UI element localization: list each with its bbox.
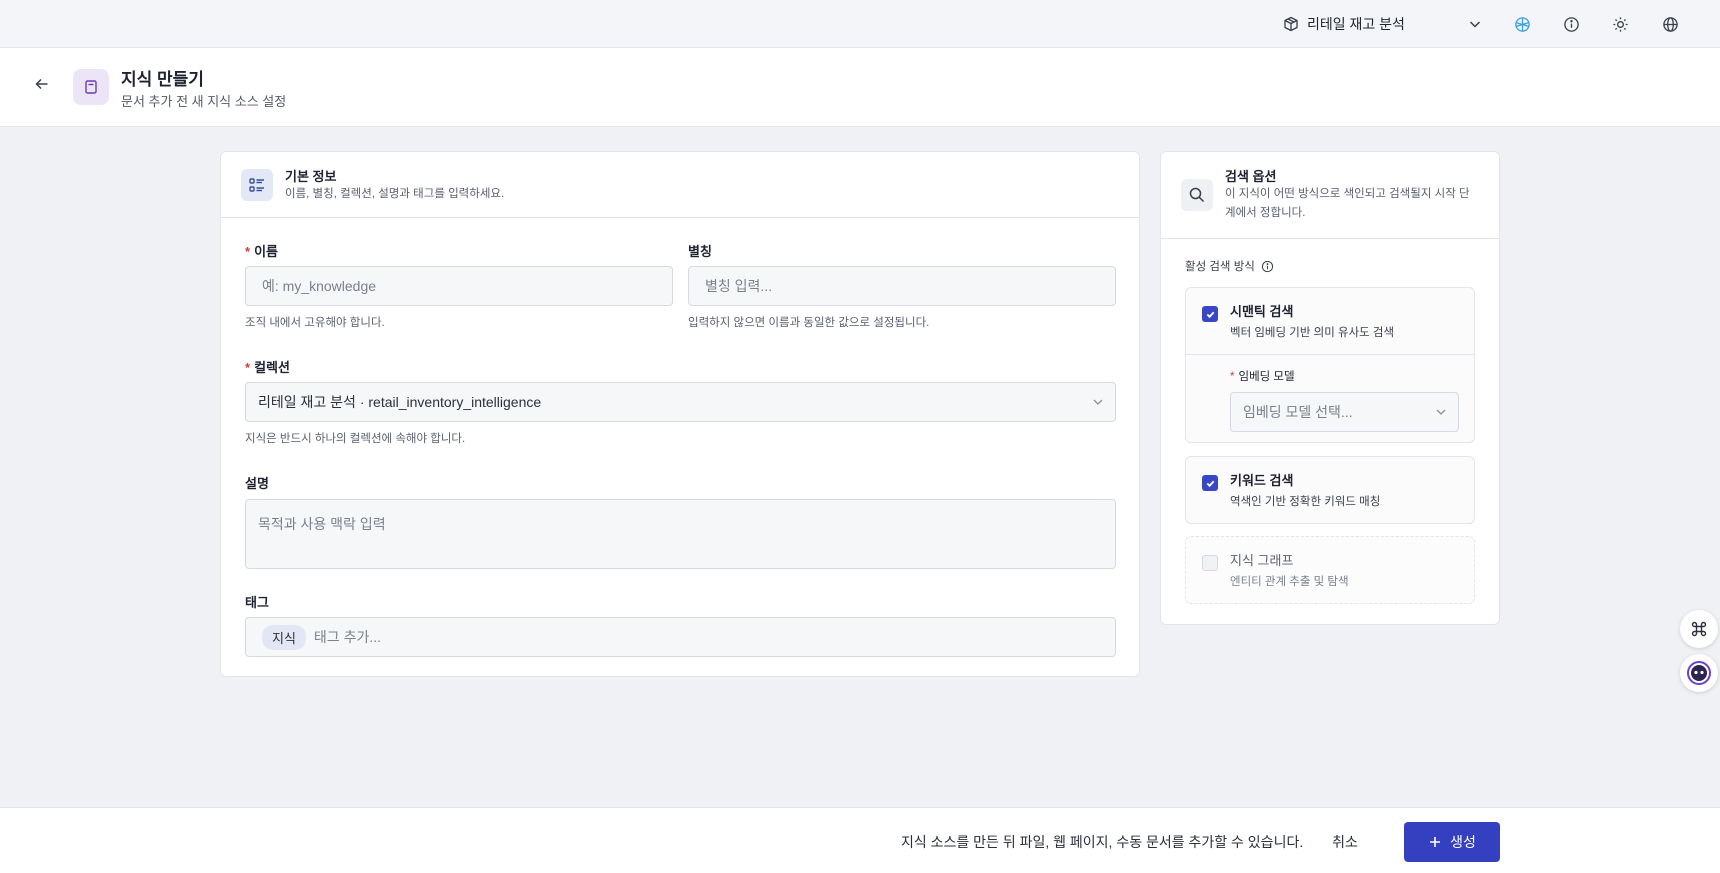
- collection-label-text: 컬렉션: [254, 360, 290, 375]
- search-options-card: 검색 옵션 이 지식이 어떤 방식으로 색인되고 검색될지 시작 단계에서 정합…: [1160, 151, 1500, 625]
- basic-info-card: 기본 정보 이름, 별칭, 컬렉션, 설명과 태그를 입력하세요. * 이름 예:…: [220, 151, 1140, 677]
- semantic-title: 시맨틱 검색: [1230, 304, 1294, 319]
- create-button[interactable]: 생성: [1404, 822, 1500, 862]
- cancel-button[interactable]: 취소: [1320, 822, 1370, 862]
- name-label-text: 이름: [254, 244, 278, 259]
- semantic-search-option: 시맨틱 검색 벡터 임베딩 기반 의미 유사도 검색 * 임베딩 모델 임베딩 모…: [1185, 287, 1475, 443]
- page-subtitle: 문서 추가 전 새 지식 소스 설정: [121, 94, 287, 109]
- chevron-down-icon: [1091, 395, 1105, 409]
- embedding-model-label: * 임베딩 모델: [1230, 368, 1295, 384]
- name-input[interactable]: 예: my_knowledge: [245, 266, 673, 306]
- chevron-down-icon: [1434, 405, 1448, 419]
- collection-value: 리테일 재고 분석 · retail_inventory_intelligenc…: [258, 394, 542, 410]
- language-globe-icon[interactable]: [1660, 14, 1680, 34]
- keyword-title: 키워드 검색: [1230, 473, 1294, 488]
- graph-title: 지식 그래프: [1230, 553, 1294, 568]
- semantic-checkbox[interactable]: [1202, 306, 1218, 322]
- alias-label: 별칭: [688, 244, 712, 259]
- footer-bar: 지식 소스를 만든 뒤 파일, 웹 페이지, 수동 문서를 추가할 수 있습니다…: [0, 807, 1720, 873]
- alias-hint: 입력하지 않으면 이름과 동일한 값으로 설정됩니다.: [688, 317, 930, 329]
- plus-icon: [1428, 835, 1442, 849]
- embedding-placeholder: 임베딩 모델 선택...: [1243, 404, 1353, 420]
- search-options-title: 검색 옵션: [1225, 169, 1277, 184]
- graph-description: 엔티티 관계 추출 및 탐색: [1230, 576, 1349, 588]
- footer-note: 지식 소스를 만든 뒤 파일, 웹 페이지, 수동 문서를 추가할 수 있습니다…: [901, 834, 1304, 850]
- search-options-description: 이 지식이 어떤 방식으로 색인되고 검색될지 시작 단계에서 정합니다.: [1225, 188, 1470, 219]
- tags-placeholder: 태그 추가...: [313, 629, 382, 645]
- name-hint: 조직 내에서 고유해야 합니다.: [245, 317, 385, 329]
- chevron-down-icon: [1467, 16, 1483, 32]
- basic-info-title: 기본 정보: [285, 169, 337, 184]
- book-icon: [73, 69, 109, 105]
- basic-info-description: 이름, 별칭, 컬렉션, 설명과 태그를 입력하세요.: [285, 188, 505, 200]
- semantic-description: 벡터 임베딩 기반 의미 유사도 검색: [1230, 327, 1395, 339]
- workspace-cube-icon: [1283, 16, 1299, 32]
- embedding-model-select[interactable]: 임베딩 모델 선택...: [1230, 392, 1459, 432]
- keyword-search-option: 키워드 검색 역색인 기반 정확한 키워드 매칭: [1185, 456, 1475, 524]
- basic-info-header: 기본 정보 이름, 별칭, 컬렉션, 설명과 태그를 입력하세요.: [221, 152, 1139, 218]
- collection-select[interactable]: 리테일 재고 분석 · retail_inventory_intelligenc…: [245, 382, 1116, 422]
- graph-checkbox[interactable]: [1202, 555, 1218, 571]
- name-label: * 이름: [245, 241, 278, 260]
- top-bar: 리테일 재고 분석: [0, 0, 1720, 48]
- required-mark: *: [245, 244, 251, 259]
- collection-label: * 컬렉션: [245, 357, 290, 376]
- active-methods-label: 활성 검색 방식: [1185, 258, 1274, 274]
- required-mark: *: [1230, 371, 1235, 383]
- divider: [1186, 354, 1474, 355]
- keyword-checkbox[interactable]: [1202, 475, 1218, 491]
- embedding-label-text: 임베딩 모델: [1238, 371, 1295, 383]
- description-textarea[interactable]: 목적과 사용 맥락 입력: [245, 499, 1116, 569]
- description-placeholder: 목적과 사용 맥락 입력: [258, 516, 386, 532]
- page-header: 지식 만들기 문서 추가 전 새 지식 소스 설정: [0, 48, 1720, 127]
- description-label: 설명: [245, 476, 269, 491]
- alias-placeholder: 별칭 입력...: [705, 278, 773, 294]
- name-placeholder: 예: my_knowledge: [262, 278, 377, 294]
- page-title: 지식 만들기: [121, 70, 204, 89]
- knowledge-graph-option: 지식 그래프 엔티티 관계 추출 및 탐색: [1185, 536, 1475, 604]
- globe-link-icon[interactable]: [1512, 14, 1532, 34]
- info-icon[interactable]: [1561, 14, 1581, 34]
- info-icon[interactable]: [1261, 260, 1274, 273]
- assistant-bot-icon[interactable]: [1680, 654, 1718, 692]
- tags-label: 태그: [245, 595, 269, 610]
- required-mark: *: [245, 360, 251, 375]
- keyword-description: 역색인 기반 정확한 키워드 매칭: [1230, 496, 1381, 508]
- search-options-header: 검색 옵션 이 지식이 어떤 방식으로 색인되고 검색될지 시작 단계에서 정합…: [1161, 152, 1499, 239]
- command-menu-icon[interactable]: [1680, 610, 1718, 648]
- alias-input[interactable]: 별칭 입력...: [688, 266, 1116, 306]
- search-icon: [1181, 179, 1213, 211]
- workspace-name: 리테일 재고 분석: [1307, 16, 1405, 32]
- workspace-selector[interactable]: 리테일 재고 분석: [1283, 12, 1483, 36]
- create-label: 생성: [1450, 834, 1476, 850]
- tags-input[interactable]: 지식 태그 추가...: [245, 617, 1116, 657]
- tag-chip[interactable]: 지식: [262, 624, 306, 650]
- theme-sun-icon[interactable]: [1610, 14, 1630, 34]
- back-arrow-icon[interactable]: [32, 74, 52, 94]
- collection-hint: 지식은 반드시 하나의 컬렉션에 속해야 합니다.: [245, 433, 466, 445]
- active-methods-text: 활성 검색 방식: [1185, 261, 1255, 273]
- list-details-icon: [241, 169, 273, 201]
